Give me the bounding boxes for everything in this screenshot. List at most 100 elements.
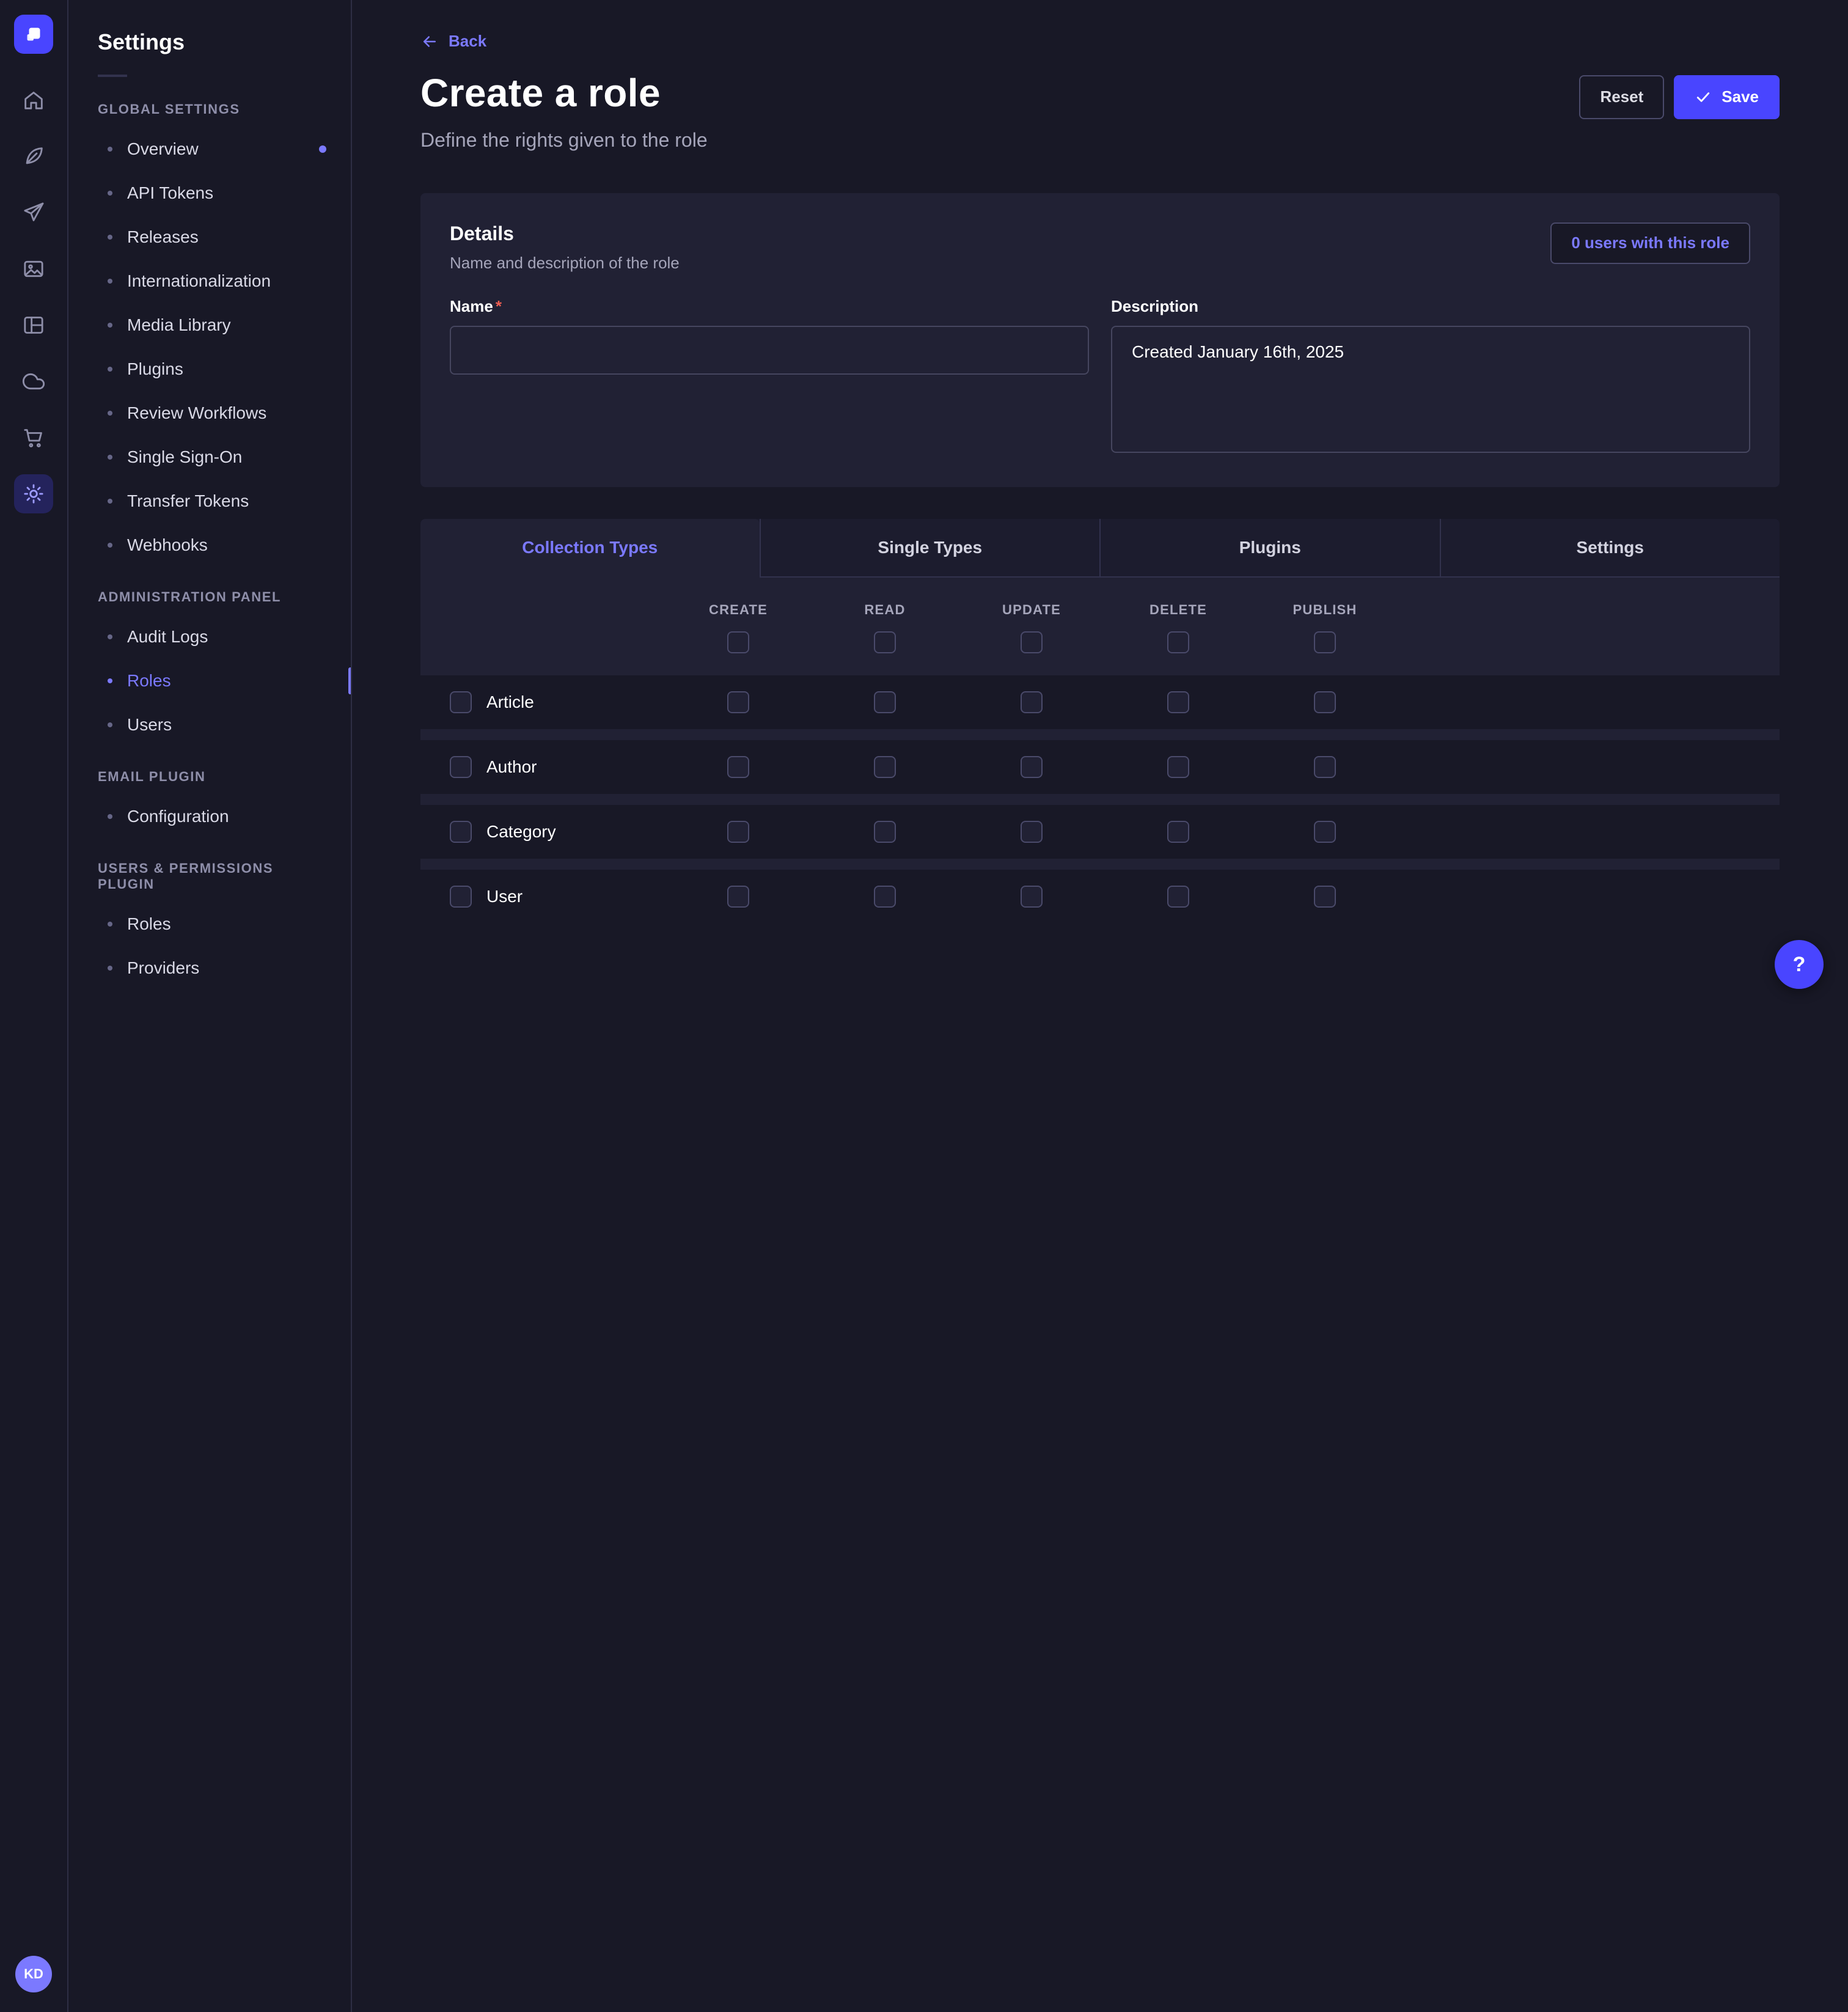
category-update-checkbox[interactable]: [1021, 821, 1043, 843]
permissions-tabs: Collection Types Single Types Plugins Se…: [420, 519, 1780, 578]
bullet-dot: [108, 678, 112, 683]
article-create-checkbox[interactable]: [727, 691, 749, 713]
article-publish-checkbox[interactable]: [1314, 691, 1336, 713]
author-update-checkbox[interactable]: [1021, 756, 1043, 778]
sidebar-item-users[interactable]: Users: [68, 703, 351, 747]
details-subtitle: Name and description of the role: [450, 254, 680, 273]
permission-row-category: Category: [420, 805, 1780, 859]
home-icon[interactable]: [14, 81, 53, 120]
category-delete-checkbox[interactable]: [1167, 821, 1189, 843]
author-read-checkbox[interactable]: [874, 756, 896, 778]
user-avatar[interactable]: KD: [15, 1956, 52, 1992]
sidebar-item-review-workflows[interactable]: Review Workflows: [68, 391, 351, 435]
sidebar-item-label: Roles: [127, 914, 171, 934]
sidebar-item-label: Overview: [127, 139, 199, 159]
sidebar-item-overview[interactable]: Overview: [68, 127, 351, 171]
description-input[interactable]: Created January 16th, 2025: [1111, 326, 1750, 453]
author-delete-checkbox[interactable]: [1167, 756, 1189, 778]
back-link[interactable]: Back: [420, 32, 486, 51]
sidebar-item-internationalization[interactable]: Internationalization: [68, 259, 351, 303]
user-publish-checkbox[interactable]: [1314, 886, 1336, 908]
content-icon[interactable]: [14, 137, 53, 176]
help-button[interactable]: ?: [1775, 940, 1824, 989]
bullet-dot: [108, 323, 112, 328]
section-email-plugin: EMAIL PLUGIN: [68, 747, 351, 795]
select-all-update-checkbox[interactable]: [1021, 631, 1043, 653]
save-label: Save: [1722, 87, 1759, 106]
sidebar-item-releases[interactable]: Releases: [68, 215, 351, 259]
permission-row-user: User: [420, 870, 1780, 923]
save-button[interactable]: Save: [1674, 75, 1780, 119]
sidebar-item-plugins[interactable]: Plugins: [68, 347, 351, 391]
settings-icon[interactable]: [14, 474, 53, 513]
name-field: Name*: [450, 297, 1089, 458]
select-row-author-checkbox[interactable]: [450, 756, 472, 778]
back-label: Back: [449, 32, 486, 51]
user-read-checkbox[interactable]: [874, 886, 896, 908]
select-all-delete-checkbox[interactable]: [1167, 631, 1189, 653]
details-heading: Details Name and description of the role: [450, 222, 680, 273]
user-delete-checkbox[interactable]: [1167, 886, 1189, 908]
sidebar-item-media-library[interactable]: Media Library: [68, 303, 351, 347]
article-update-checkbox[interactable]: [1021, 691, 1043, 713]
release-icon[interactable]: [14, 193, 53, 232]
select-all-create-checkbox[interactable]: [727, 631, 749, 653]
cloud-icon[interactable]: [14, 362, 53, 401]
article-delete-checkbox[interactable]: [1167, 691, 1189, 713]
sidebar-item-label: Plugins: [127, 359, 183, 379]
article-read-checkbox[interactable]: [874, 691, 896, 713]
sidebar-item-label: Roles: [127, 671, 171, 691]
user-create-checkbox[interactable]: [727, 886, 749, 908]
sidebar-item-label: Internationalization: [127, 271, 271, 291]
category-create-checkbox[interactable]: [727, 821, 749, 843]
permissions-card: Collection Types Single Types Plugins Se…: [420, 519, 1780, 923]
tab-collection-types[interactable]: Collection Types: [420, 519, 760, 578]
sidebar-item-roles-admin[interactable]: Roles: [68, 659, 351, 703]
main-content: Back Create a role Reset Save Define the…: [352, 0, 1848, 2012]
sidebar-item-audit-logs[interactable]: Audit Logs: [68, 615, 351, 659]
marketplace-icon[interactable]: [14, 418, 53, 457]
select-all-read-checkbox[interactable]: [874, 631, 896, 653]
tab-single-types[interactable]: Single Types: [760, 519, 1100, 578]
header-actions: Reset Save: [1579, 75, 1780, 119]
bullet-dot: [108, 722, 112, 727]
sidebar-item-label: Review Workflows: [127, 403, 266, 423]
select-row-category-checkbox[interactable]: [450, 821, 472, 843]
bullet-dot: [108, 279, 112, 284]
description-label: Description: [1111, 297, 1750, 316]
row-label: Category: [486, 822, 556, 842]
permissions-header-row: CREATE READ UPDATE DELETE PUBLISH: [420, 578, 1780, 675]
bullet-dot: [108, 499, 112, 504]
column-update: UPDATE: [958, 602, 1105, 653]
sidebar-item-single-sign-on[interactable]: Single Sign-On: [68, 435, 351, 479]
users-with-role-button[interactable]: 0 users with this role: [1550, 222, 1750, 264]
select-all-publish-checkbox[interactable]: [1314, 631, 1336, 653]
select-row-user-checkbox[interactable]: [450, 886, 472, 908]
tab-settings[interactable]: Settings: [1440, 519, 1780, 578]
author-create-checkbox[interactable]: [727, 756, 749, 778]
content-type-builder-icon[interactable]: [14, 306, 53, 345]
strapi-logo[interactable]: [14, 15, 53, 54]
category-read-checkbox[interactable]: [874, 821, 896, 843]
main-nav-rail: KD: [0, 0, 68, 2012]
sidebar-item-label: Users: [127, 715, 172, 735]
name-input[interactable]: [450, 326, 1089, 375]
select-row-article-checkbox[interactable]: [450, 691, 472, 713]
sidebar-item-configuration[interactable]: Configuration: [68, 795, 351, 839]
tab-plugins[interactable]: Plugins: [1099, 519, 1440, 578]
author-publish-checkbox[interactable]: [1314, 756, 1336, 778]
media-library-icon[interactable]: [14, 249, 53, 288]
sidebar-item-webhooks[interactable]: Webhooks: [68, 523, 351, 567]
description-field: Description Created January 16th, 2025: [1111, 297, 1750, 458]
section-global-settings: GLOBAL SETTINGS: [68, 79, 351, 127]
reset-button[interactable]: Reset: [1579, 75, 1664, 119]
user-update-checkbox[interactable]: [1021, 886, 1043, 908]
sidebar-item-roles-up[interactable]: Roles: [68, 902, 351, 946]
category-publish-checkbox[interactable]: [1314, 821, 1336, 843]
sidebar-item-label: Releases: [127, 227, 199, 247]
sidebar-item-transfer-tokens[interactable]: Transfer Tokens: [68, 479, 351, 523]
permission-row-article: Article: [420, 675, 1780, 729]
details-title: Details: [450, 222, 680, 245]
sidebar-item-api-tokens[interactable]: API Tokens: [68, 171, 351, 215]
sidebar-item-providers[interactable]: Providers: [68, 946, 351, 990]
